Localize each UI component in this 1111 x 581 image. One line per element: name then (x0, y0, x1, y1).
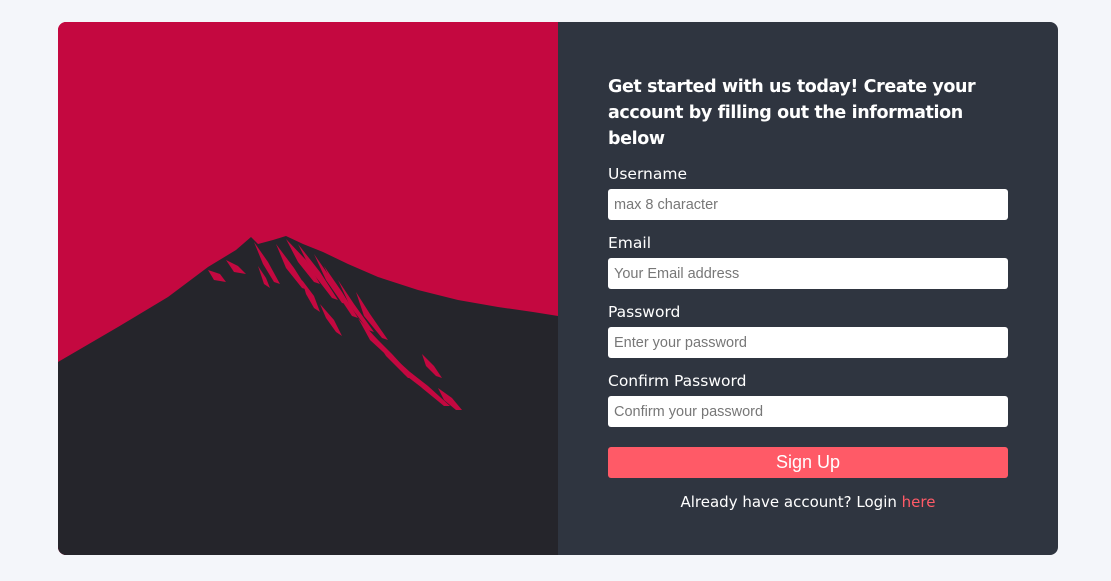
email-input[interactable] (608, 258, 1008, 289)
mountain-illustration (58, 22, 558, 555)
username-label: Username (608, 165, 688, 183)
login-prompt: Already have account? Login here (608, 493, 1008, 511)
password-label: Password (608, 303, 681, 321)
form-heading: Get started with us today! Create your a… (608, 77, 976, 149)
confirm-password-input[interactable] (608, 396, 1008, 427)
password-field: Password (608, 303, 1008, 358)
login-link[interactable]: here (902, 493, 936, 511)
email-label: Email (608, 234, 652, 252)
signup-card: Get started with us today! Create your a… (58, 22, 1058, 555)
login-prompt-text: Already have account? Login (680, 493, 897, 511)
username-field: Username (608, 165, 1008, 220)
password-input[interactable] (608, 327, 1008, 358)
hero-image (58, 22, 558, 555)
signup-panel: Get started with us today! Create your a… (558, 22, 1058, 555)
signup-button[interactable]: Sign Up (608, 447, 1008, 478)
confirm-password-field: Confirm Password (608, 372, 1008, 427)
username-input[interactable] (608, 189, 1008, 220)
confirm-password-label: Confirm Password (608, 372, 747, 390)
email-field: Email (608, 234, 1008, 289)
